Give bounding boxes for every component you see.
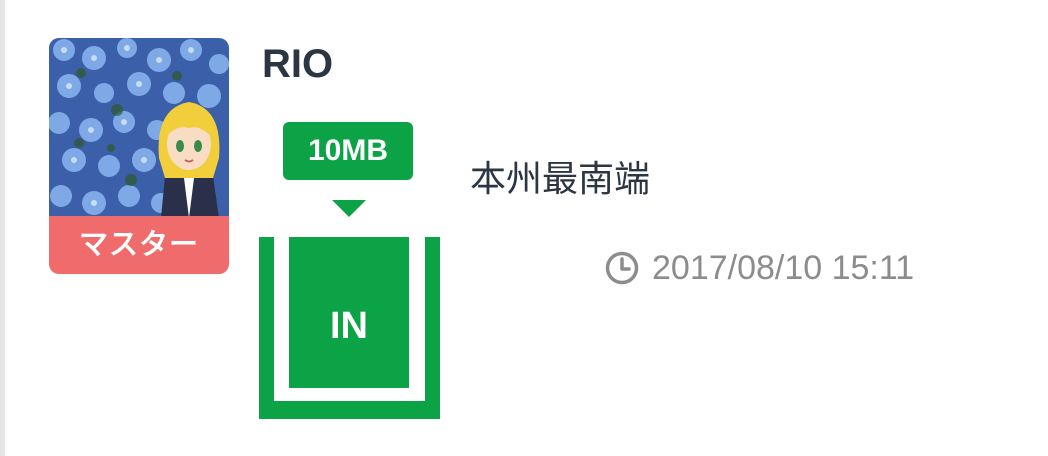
box-wall-right [425,237,440,419]
status-label: IN [289,237,409,388]
avatar-image [49,38,229,218]
post-card: マスター RIO 10MB IN 本州最南端 2017/08/10 15:11 [0,0,1048,456]
message-text: 本州最南端 [470,159,651,200]
size-badge: 10MB [283,122,413,180]
timestamp-text: 2017/08/10 15:11 [652,248,915,287]
timestamp: 2017/08/10 15:11 [604,246,914,290]
avatar[interactable] [49,38,229,218]
card-left-border [0,0,5,456]
clock-icon [604,250,640,286]
avatar-block[interactable]: マスター [49,38,229,274]
triangle-down-icon [332,200,366,217]
status-box: IN [259,237,440,419]
user-name[interactable]: RIO [262,40,333,88]
role-badge: マスター [49,216,229,274]
box-wall-left [259,237,274,419]
box-floor [259,401,440,419]
